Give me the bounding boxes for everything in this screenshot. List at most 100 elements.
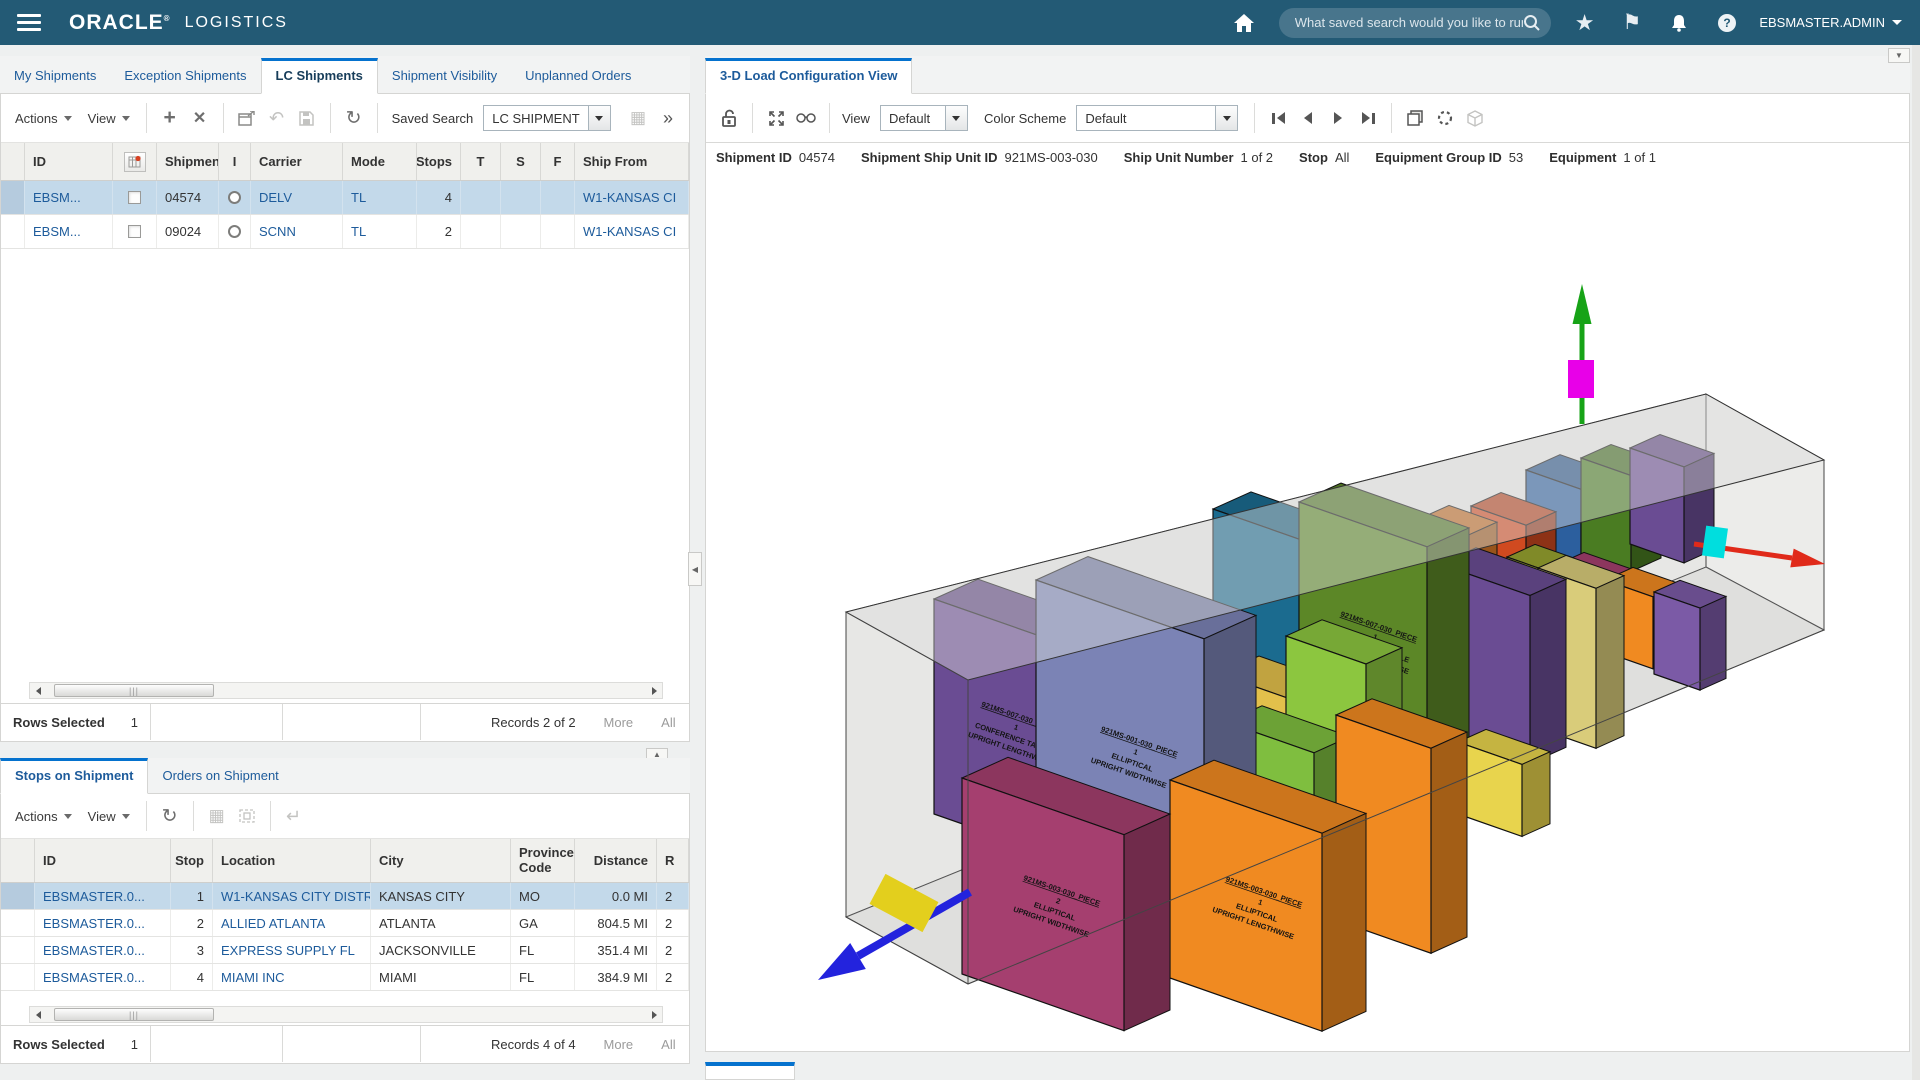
notifications-bell-icon[interactable] bbox=[1669, 13, 1689, 33]
tab-stops-on-shipment[interactable]: Stops on Shipment bbox=[0, 758, 148, 794]
all-link[interactable]: All bbox=[661, 1037, 675, 1052]
detach-icon[interactable] bbox=[232, 802, 262, 830]
more-link[interactable]: More bbox=[604, 1037, 634, 1052]
fit-to-view-icon[interactable] bbox=[761, 104, 791, 132]
scroll-left-icon[interactable] bbox=[30, 1007, 46, 1022]
rows-selected-value: 1 bbox=[131, 715, 138, 730]
cube-icon[interactable] bbox=[1460, 104, 1490, 132]
right-edge-strip bbox=[1912, 45, 1920, 1080]
scrollbar-thumb[interactable]: ||| bbox=[54, 684, 214, 697]
tab-my-shipments[interactable]: My Shipments bbox=[0, 59, 110, 93]
scroll-right-icon[interactable] bbox=[646, 1007, 662, 1022]
grid-view-icon[interactable]: ▦ bbox=[623, 104, 653, 132]
user-menu[interactable]: EBSMASTER.ADMIN bbox=[1759, 15, 1902, 30]
tab-unplanned-orders[interactable]: Unplanned Orders bbox=[511, 59, 645, 93]
all-link[interactable]: All bbox=[661, 715, 675, 730]
last-icon[interactable] bbox=[1353, 104, 1383, 132]
save-icon[interactable] bbox=[292, 104, 322, 132]
chevron-down-icon[interactable] bbox=[1216, 105, 1238, 131]
shipment-row[interactable]: EBSM... 04574 DELV TL 4 W1-KANSAS CI bbox=[1, 181, 689, 215]
view-menu[interactable]: View bbox=[80, 803, 138, 830]
lc-shipments-panel: Actions View + ✕ ↶ ↻ Saved Search LC SHI… bbox=[0, 94, 690, 742]
add-icon[interactable]: + bbox=[155, 104, 185, 132]
actions-menu[interactable]: Actions bbox=[7, 803, 80, 830]
stops-tabstrip: Stops on Shipment Orders on Shipment bbox=[0, 758, 690, 794]
color-scheme-dropdown[interactable]: Default bbox=[1076, 105, 1238, 131]
refresh-icon[interactable]: ↻ bbox=[155, 802, 185, 830]
help-icon[interactable]: ? bbox=[1717, 13, 1737, 33]
color-scheme-label: Color Scheme bbox=[984, 111, 1066, 126]
shipments-toolbar: Actions View + ✕ ↶ ↻ Saved Search LC SHI… bbox=[1, 94, 689, 143]
first-icon[interactable] bbox=[1263, 104, 1293, 132]
chevron-down-icon bbox=[1892, 20, 1902, 25]
view-dropdown[interactable]: Default bbox=[880, 105, 968, 131]
undo-icon[interactable]: ↶ bbox=[262, 104, 292, 132]
actions-menu[interactable]: Actions bbox=[7, 105, 80, 132]
search-icon[interactable] bbox=[1523, 14, 1541, 32]
indicator-radio[interactable] bbox=[228, 225, 241, 238]
stop-row[interactable]: EBSMASTER.0... 2 ALLIED ATLANTA ATLANTA … bbox=[1, 910, 689, 937]
load3d-tabstrip: 3-D Load Configuration View bbox=[705, 56, 1910, 94]
oracle-logo: ORACLE® bbox=[69, 11, 171, 35]
scroll-right-icon[interactable] bbox=[646, 683, 662, 698]
records-count: Records 4 of 4 bbox=[491, 1037, 576, 1052]
row-checkbox[interactable] bbox=[128, 225, 141, 238]
go-to-icon[interactable]: ↵ bbox=[279, 802, 309, 830]
svg-text:?: ? bbox=[1724, 16, 1731, 30]
chevron-down-icon bbox=[122, 116, 130, 121]
hamburger-menu-icon[interactable] bbox=[17, 14, 41, 31]
unlock-icon[interactable] bbox=[714, 104, 744, 132]
stop-row[interactable]: EBSMASTER.0... 4 MIAMI INC MIAMI FL 384.… bbox=[1, 964, 689, 991]
load3d-scene[interactable]: 921MS-007-030_PIECE1CONFERENCE TABLEUPRI… bbox=[706, 172, 1909, 1048]
tab-orders-on-shipment[interactable]: Orders on Shipment bbox=[148, 759, 292, 793]
layers-icon[interactable] bbox=[1400, 104, 1430, 132]
view-menu[interactable]: View bbox=[80, 105, 138, 132]
grid-view-icon[interactable]: ▦ bbox=[202, 802, 232, 830]
indicator-radio[interactable] bbox=[228, 191, 241, 204]
scrollbar-thumb[interactable]: ||| bbox=[54, 1008, 214, 1021]
stops-panel: Actions View ↻ ▦ ↵ ID Stop Location City… bbox=[0, 794, 690, 1064]
saved-search-box[interactable] bbox=[1279, 8, 1551, 38]
shipments-tabstrip: My Shipments Exception Shipments LC Ship… bbox=[0, 56, 690, 94]
stop-row[interactable]: EBSMASTER.0... 1 W1-KANSAS CITY DISTR...… bbox=[1, 883, 689, 910]
3d-glasses-icon[interactable] bbox=[791, 104, 821, 132]
stop-row[interactable]: EBSMASTER.0... 3 EXPRESS SUPPLY FL JACKS… bbox=[1, 937, 689, 964]
chevron-down-icon bbox=[122, 814, 130, 819]
horizontal-scrollbar[interactable]: ||| bbox=[29, 1006, 663, 1023]
scroll-left-icon[interactable] bbox=[30, 683, 46, 698]
collapse-panel-right-icon[interactable]: ▼ bbox=[1888, 48, 1910, 63]
horizontal-scrollbar[interactable]: ||| bbox=[29, 682, 663, 699]
chevron-down-icon[interactable] bbox=[946, 105, 968, 131]
delete-icon[interactable]: ✕ bbox=[185, 104, 215, 132]
search-input[interactable] bbox=[1295, 15, 1523, 30]
tab-3d-load-configuration-view[interactable]: 3-D Load Configuration View bbox=[705, 58, 912, 94]
favorites-star-icon[interactable]: ★ bbox=[1575, 10, 1595, 36]
detach-table-icon[interactable] bbox=[232, 104, 262, 132]
shipments-footer: Rows Selected 1 Records 2 of 2 More All bbox=[1, 703, 689, 740]
tab-shipment-visibility[interactable]: Shipment Visibility bbox=[378, 59, 511, 93]
next-icon[interactable] bbox=[1323, 104, 1353, 132]
more-link[interactable]: More bbox=[604, 715, 634, 730]
refresh-icon[interactable]: ↻ bbox=[339, 104, 369, 132]
map-pin-column-button[interactable] bbox=[113, 143, 157, 180]
home-icon[interactable] bbox=[1233, 13, 1255, 33]
flag-icon[interactable]: ⚑ bbox=[1622, 10, 1641, 35]
row-checkbox[interactable] bbox=[128, 191, 141, 204]
load3d-panel: View Default Color Scheme Default Shipme… bbox=[705, 94, 1910, 1052]
bottom-tab-stub[interactable] bbox=[705, 1062, 795, 1080]
splitter-collapse-left-icon[interactable]: ◀ bbox=[688, 552, 702, 586]
view-label: View bbox=[842, 111, 870, 126]
records-count: Records 2 of 2 bbox=[491, 715, 576, 730]
chevron-down-icon[interactable] bbox=[589, 105, 611, 131]
rows-selected-label: Rows Selected bbox=[13, 715, 105, 730]
shipment-row[interactable]: EBSM... 09024 SCNN TL 2 W1-KANSAS CI bbox=[1, 215, 689, 249]
previous-icon[interactable] bbox=[1293, 104, 1323, 132]
tab-lc-shipments[interactable]: LC Shipments bbox=[261, 58, 378, 94]
load3d-info-row: Shipment ID04574 Shipment Ship Unit ID92… bbox=[706, 142, 1909, 172]
load3d-canvas[interactable]: 921MS-007-030_PIECE1CONFERENCE TABLEUPRI… bbox=[706, 172, 1909, 1048]
tab-exception-shipments[interactable]: Exception Shipments bbox=[110, 59, 260, 93]
refresh-spinner-icon[interactable] bbox=[1430, 104, 1460, 132]
overflow-chevrons-icon[interactable]: » bbox=[653, 104, 683, 132]
saved-search-dropdown[interactable]: LC SHIPMENT bbox=[483, 105, 610, 131]
chevron-down-icon bbox=[64, 814, 72, 819]
